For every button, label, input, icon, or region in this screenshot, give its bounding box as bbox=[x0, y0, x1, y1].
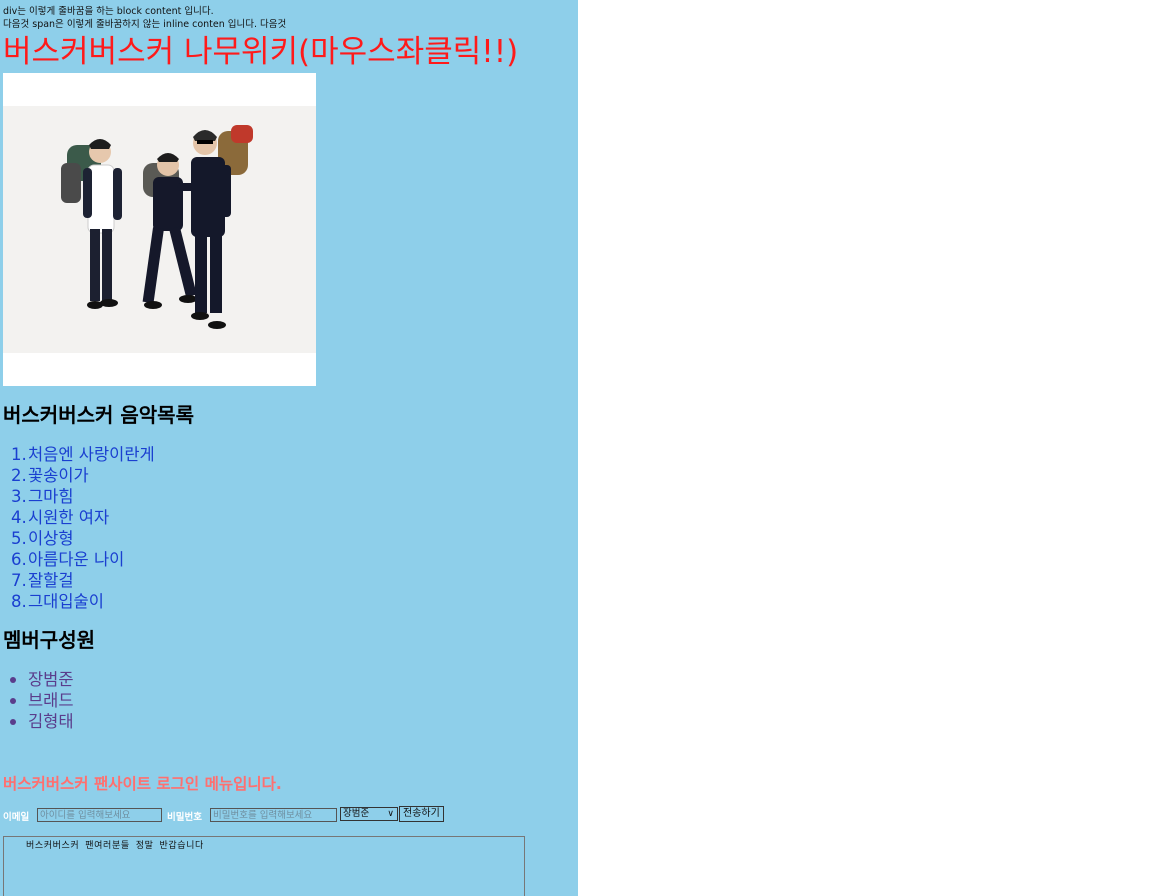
song-link[interactable]: 꽃송이가 bbox=[28, 465, 89, 486]
song-number: 8. bbox=[11, 592, 27, 611]
submit-button[interactable]: 전송하기 bbox=[399, 806, 444, 822]
div-note: div는 이렇게 줄바꿈을 하는 block content 입니다. bbox=[3, 6, 214, 17]
song-number: 1. bbox=[11, 445, 27, 464]
member-select-value: 장범준 bbox=[343, 808, 370, 819]
login-title: 버스커버스커 팬사이트 로그인 메뉴입니다. bbox=[3, 775, 282, 793]
page-panel: div는 이렇게 줄바꿈을 하는 block content 입니다. 다음것 … bbox=[0, 0, 578, 896]
bullet-icon bbox=[10, 677, 16, 683]
email-input[interactable] bbox=[37, 808, 162, 822]
member-link[interactable]: 브래드 bbox=[28, 690, 74, 711]
member-list-heading: 멤버구성원 bbox=[3, 628, 95, 652]
song-link[interactable]: 처음엔 사랑이란게 bbox=[28, 444, 155, 465]
song-link[interactable]: 잘할걸 bbox=[28, 570, 74, 591]
chevron-down-icon: ∨ bbox=[387, 809, 394, 819]
span-note: 다음것 span은 이렇게 줄바꿈하지 않는 inline conten 입니다… bbox=[3, 19, 287, 30]
namu-wiki-link[interactable]: 버스커버스커 나무위키(마우스좌클릭!!) bbox=[3, 32, 518, 72]
message-textarea[interactable]: 버스커버스커 팬여러분들 정말 반갑습니다 bbox=[3, 836, 525, 896]
bullet-icon bbox=[10, 698, 16, 704]
music-list-heading: 버스커버스커 음악목록 bbox=[3, 403, 194, 427]
member-select[interactable]: 장범준 ∨ bbox=[340, 807, 398, 821]
song-link[interactable]: 아름다운 나이 bbox=[28, 549, 124, 570]
song-number: 2. bbox=[11, 466, 27, 485]
email-label: 이메일 bbox=[3, 812, 30, 823]
band-photo bbox=[3, 73, 316, 386]
member-link[interactable]: 장범준 bbox=[28, 669, 74, 690]
password-label: 비밀번호 bbox=[167, 812, 202, 823]
song-link[interactable]: 그마힘 bbox=[28, 486, 74, 507]
song-number: 7. bbox=[11, 571, 27, 590]
member-link[interactable]: 김형태 bbox=[28, 711, 74, 732]
song-number: 3. bbox=[11, 487, 27, 506]
song-link[interactable]: 시원한 여자 bbox=[28, 507, 109, 528]
bullet-icon bbox=[10, 719, 16, 725]
song-number: 6. bbox=[11, 550, 27, 569]
song-number: 5. bbox=[11, 529, 27, 548]
song-number: 4. bbox=[11, 508, 27, 527]
password-input[interactable] bbox=[210, 808, 337, 822]
song-link[interactable]: 그대입술이 bbox=[28, 591, 104, 612]
song-link[interactable]: 이상형 bbox=[28, 528, 74, 549]
